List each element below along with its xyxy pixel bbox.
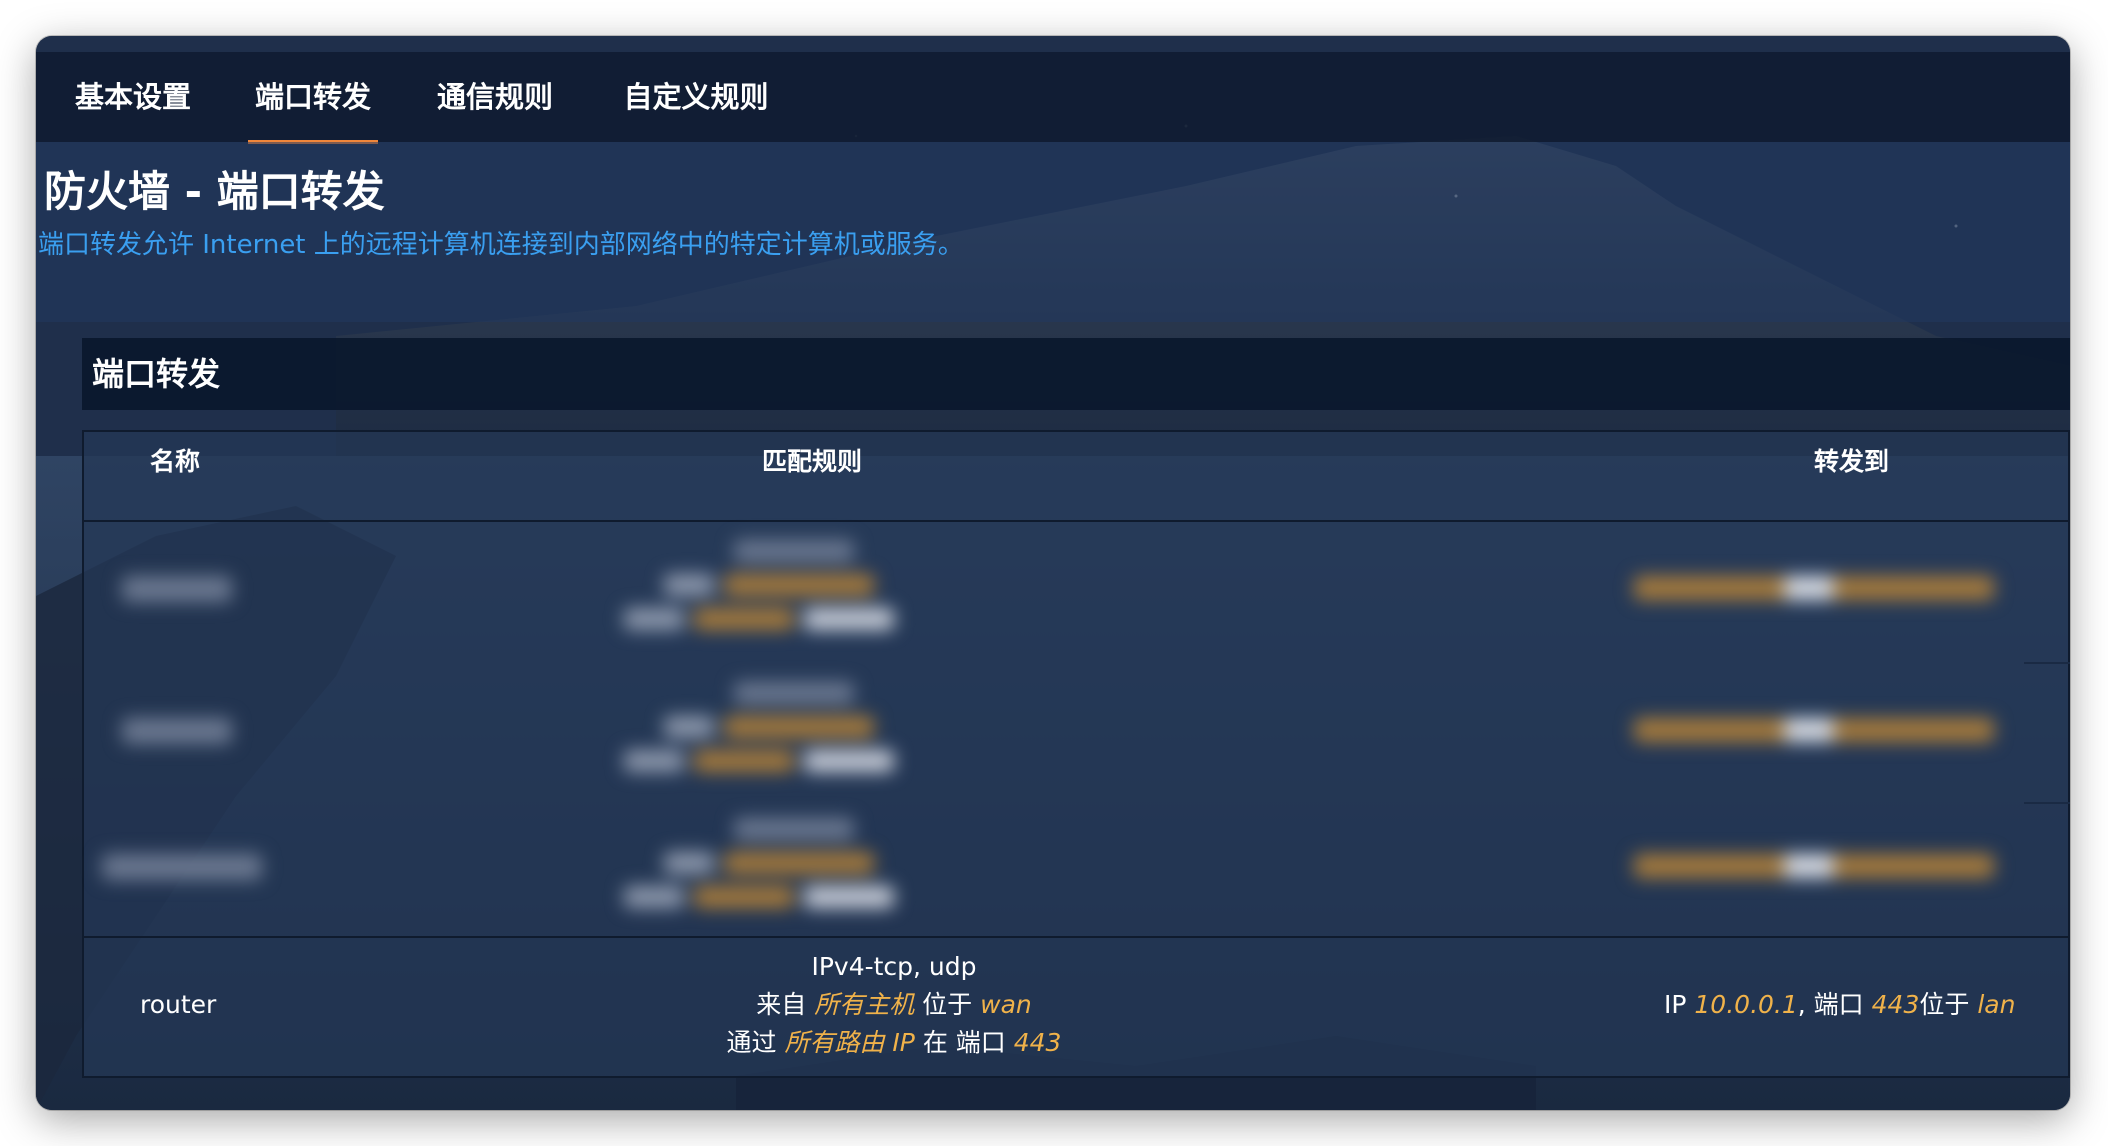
redacted-block: [1784, 576, 1834, 600]
column-header-forward: 转发到: [1814, 447, 1890, 476]
rule-name: router: [140, 990, 217, 1019]
redacted-block: [724, 574, 874, 596]
section-title: 端口转发: [92, 355, 221, 393]
redacted-block: [694, 750, 794, 772]
redacted-block: [734, 818, 854, 840]
source-hosts: 所有主机: [814, 990, 915, 1019]
via-port: 443: [1013, 1028, 1062, 1057]
redacted-block: [694, 886, 794, 908]
table-header: 名称 匹配规则 转发到: [84, 432, 2068, 522]
top-tab-bar: 基本设置 端口转发 通信规则 自定义规则: [36, 52, 2070, 144]
redacted-block: [122, 576, 232, 602]
redacted-block: [624, 886, 684, 908]
luci-window: 基本设置 端口转发 通信规则 自定义规则 防火墙 - 端口转发 端口转发允许 I…: [36, 36, 2070, 1110]
fwd-port: 443: [1871, 990, 1920, 1019]
fwd-mid2: 位于: [1919, 990, 1970, 1019]
redacted-block: [122, 718, 232, 744]
fwd-ip: 10.0.0.1: [1694, 990, 1798, 1019]
tab-custom-rules[interactable]: 自定义规则: [614, 52, 778, 142]
source-mid: 位于: [922, 990, 973, 1019]
page-description: 端口转发允许 Internet 上的远程计算机连接到内部网络中的特定计算机或服务…: [38, 230, 964, 260]
via-ip: 所有路由 IP: [784, 1028, 915, 1057]
redacted-block: [624, 750, 684, 772]
via-mid: 在 端口: [922, 1028, 1006, 1057]
redacted-block: [664, 574, 714, 596]
match-source: 来自 所有主机 位于 wan: [624, 986, 1164, 1024]
redacted-block: [724, 852, 874, 874]
redacted-block: [1784, 854, 1834, 878]
redacted-block: [724, 716, 874, 738]
column-header-name: 名称: [150, 447, 201, 476]
tab-traffic-rules[interactable]: 通信规则: [432, 52, 558, 142]
match-via: 通过 所有路由 IP 在 端口 443: [624, 1024, 1164, 1062]
redacted-block: [664, 716, 714, 738]
forward-target: IP 10.0.0.1, 端口 443位于 lan: [1664, 986, 2044, 1024]
port-forward-table: 名称 匹配规则 转发到 router IPv4-tcp, udp 来自 所有主机…: [82, 430, 2070, 1078]
match-protocol: IPv4-tcp, udp: [811, 952, 977, 981]
table-row-redacted: [84, 804, 2068, 934]
section-header: 端口转发: [82, 338, 2070, 410]
table-row[interactable]: router IPv4-tcp, udp 来自 所有主机 位于 wan 通过 所…: [84, 936, 2068, 1076]
redacted-block: [624, 608, 684, 630]
table-row-redacted: [84, 664, 2068, 802]
redacted-block: [102, 854, 262, 880]
match-rule: IPv4-tcp, udp 来自 所有主机 位于 wan 通过 所有路由 IP …: [624, 948, 1164, 1062]
column-header-match: 匹配规则: [762, 447, 863, 476]
tab-basic-settings[interactable]: 基本设置: [70, 52, 196, 142]
redacted-block: [804, 608, 894, 630]
via-prefix: 通过: [726, 1028, 777, 1057]
redacted-block: [804, 750, 894, 772]
tab-port-forwarding[interactable]: 端口转发: [248, 52, 378, 144]
redacted-block: [734, 540, 854, 562]
redacted-block: [734, 682, 854, 704]
page-title: 防火墙 - 端口转发: [44, 167, 385, 216]
redacted-block: [804, 886, 894, 908]
source-prefix: 来自: [756, 990, 807, 1019]
redacted-block: [1784, 718, 1834, 742]
redacted-block: [694, 608, 794, 630]
fwd-prefix: IP: [1664, 990, 1687, 1019]
source-zone: wan: [980, 990, 1032, 1019]
table-row-redacted: [84, 522, 2068, 662]
redacted-block: [664, 852, 714, 874]
fwd-zone: lan: [1977, 990, 2016, 1019]
fwd-mid: , 端口: [1797, 990, 1864, 1019]
